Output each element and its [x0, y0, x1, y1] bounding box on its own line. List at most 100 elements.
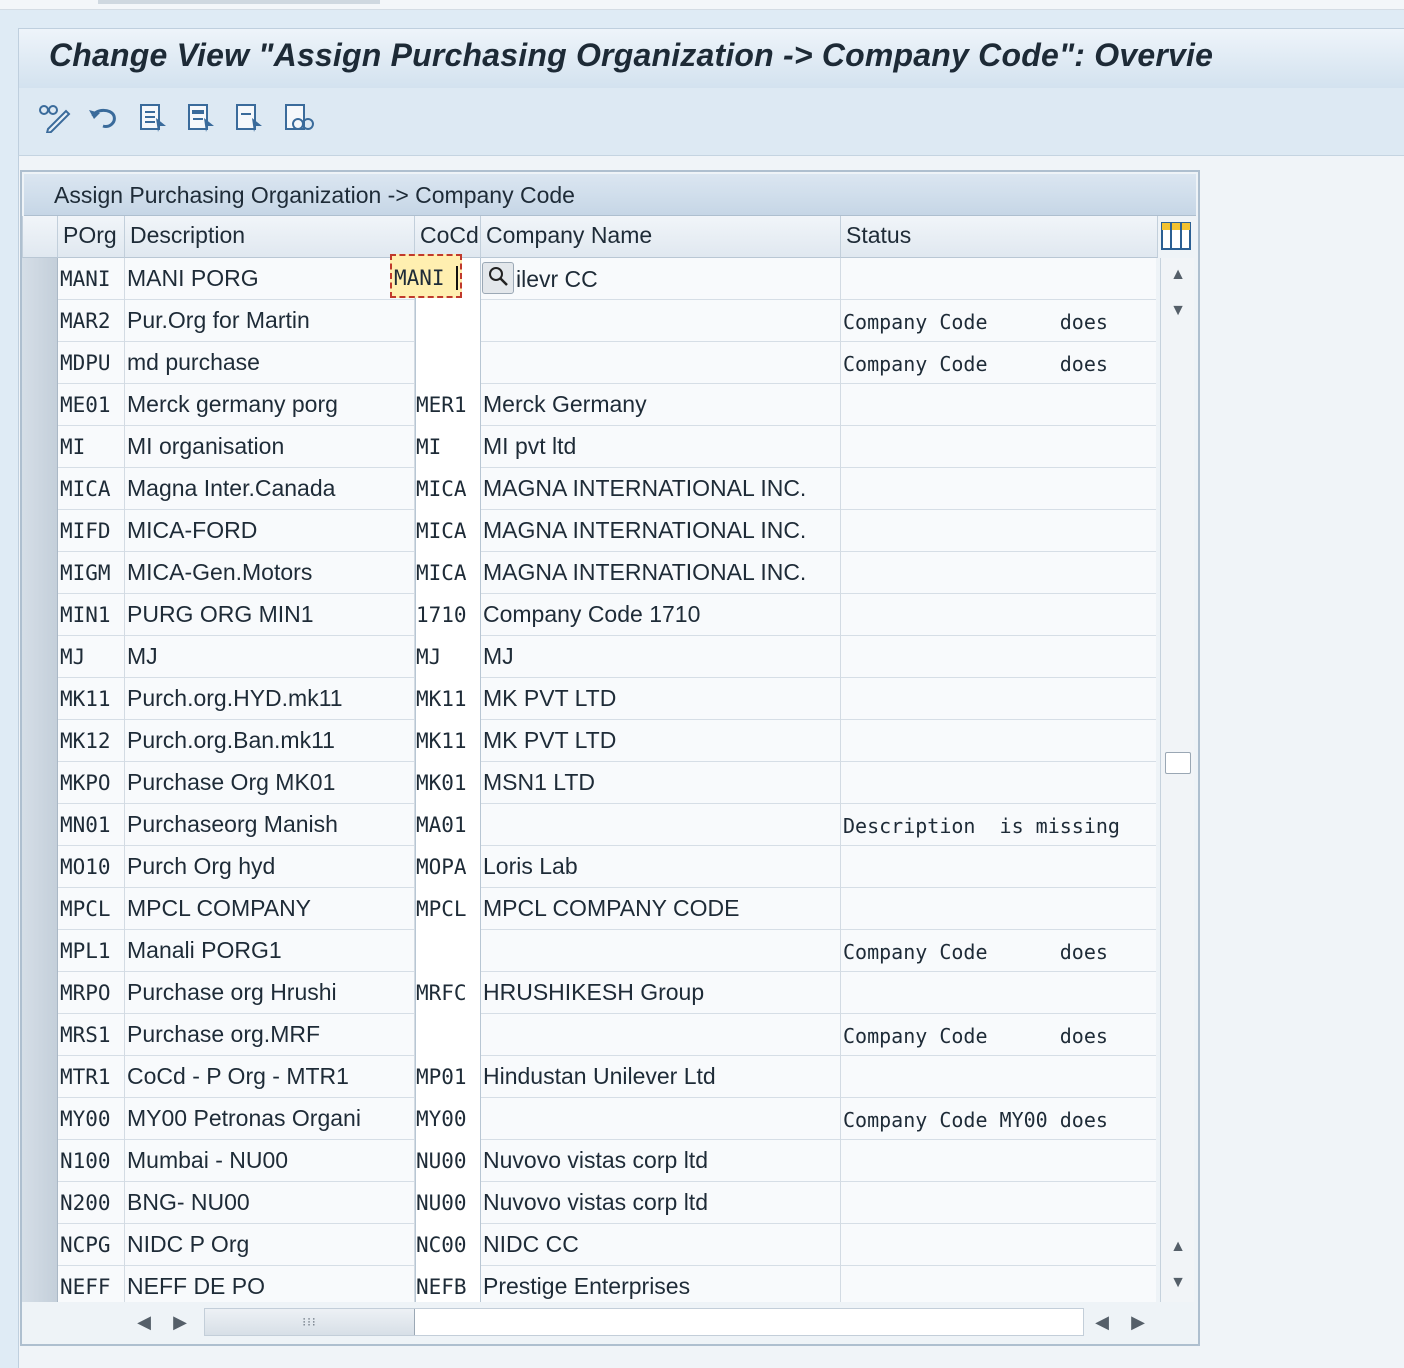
table-row: MK11 Purch.org.HYD.mk11 MK11 MK PVT LTD: [22, 678, 1156, 720]
row-selector[interactable]: [22, 384, 58, 426]
cell-description: Purchaseorg Manish: [125, 804, 415, 846]
deselect-all-button[interactable]: [231, 102, 267, 138]
cell-cocd-input[interactable]: [415, 342, 481, 384]
column-header-description[interactable]: Description: [125, 216, 415, 258]
cell-porg: MY00: [58, 1098, 125, 1140]
cell-cocd-input[interactable]: MY00: [415, 1098, 481, 1140]
print-preview-icon: [283, 102, 315, 139]
table-row: MJ MJ MJ MJ: [22, 636, 1156, 678]
cell-porg: MPL1: [58, 930, 125, 972]
cell-cocd-input[interactable]: NC00: [415, 1224, 481, 1266]
scroll-left-button[interactable]: ◀: [132, 1310, 156, 1334]
cell-cocd-input[interactable]: MI: [415, 426, 481, 468]
table-row: NCPG NIDC P Org NC00 NIDC CC: [22, 1224, 1156, 1266]
cell-cocd-input[interactable]: MJ: [415, 636, 481, 678]
column-settings-button[interactable]: [1160, 220, 1192, 252]
column-header-porg[interactable]: POrg: [58, 216, 125, 258]
cell-cocd-input[interactable]: MK01: [415, 762, 481, 804]
column-header-cocd[interactable]: CoCd: [415, 216, 481, 258]
cell-cocd-input[interactable]: MK11: [415, 678, 481, 720]
select-all-button[interactable]: [135, 102, 171, 138]
row-selector[interactable]: [22, 972, 58, 1014]
cell-cocd-input[interactable]: MER1: [415, 384, 481, 426]
cell-cocd-input[interactable]: MPCL: [415, 888, 481, 930]
column-header-company-name[interactable]: Company Name: [481, 216, 841, 258]
vertical-scrollbar[interactable]: ▲ ▼ ▲ ▼: [1160, 258, 1194, 1302]
row-selector[interactable]: [22, 300, 58, 342]
row-selector[interactable]: [22, 720, 58, 762]
chevron-down-icon: ▼: [1170, 1274, 1186, 1291]
cell-cocd-input[interactable]: NEFB: [415, 1266, 481, 1302]
row-selector[interactable]: [22, 846, 58, 888]
horizontal-scroll-thumb[interactable]: ⁝⁝⁝: [205, 1309, 415, 1335]
cell-cocd-input[interactable]: MK11: [415, 720, 481, 762]
search-help-button[interactable]: [482, 262, 514, 294]
horizontal-scroll-track[interactable]: ⁝⁝⁝: [204, 1308, 1084, 1336]
table-row: MY00 MY00 Petronas Organi MY00 Company Code…: [22, 1098, 1156, 1140]
scroll-down-button[interactable]: ▼: [1161, 1266, 1195, 1300]
scroll-up-button[interactable]: ▲: [1161, 258, 1195, 292]
chevron-right-icon: ▶: [1131, 1311, 1145, 1332]
scroll-page-up-button[interactable]: ▲: [1161, 1230, 1195, 1264]
cell-cocd-input[interactable]: MP01: [415, 1056, 481, 1098]
cell-cocd-input[interactable]: NU00: [415, 1182, 481, 1224]
table-title: Assign Purchasing Organization -> Compan…: [54, 182, 575, 208]
row-selector[interactable]: [22, 594, 58, 636]
horizontal-scrollbar[interactable]: ◀ ▶ ⁝⁝⁝ ◀ ▶: [22, 1302, 1194, 1342]
row-selector[interactable]: [22, 636, 58, 678]
cell-cocd-input[interactable]: MICA: [415, 552, 481, 594]
row-selector[interactable]: [22, 1056, 58, 1098]
cell-status: Company Code does: [843, 352, 1108, 376]
cell-cocd-input[interactable]: MOPA: [415, 846, 481, 888]
cell-description: MICA-FORD: [125, 510, 415, 552]
row-selector[interactable]: [22, 258, 58, 300]
select-block-button[interactable]: [183, 102, 219, 138]
application-toolbar: [18, 88, 1404, 156]
row-selector[interactable]: [22, 762, 58, 804]
row-selector[interactable]: [22, 1014, 58, 1056]
row-selector[interactable]: [22, 342, 58, 384]
cell-porg: MTR1: [58, 1056, 125, 1098]
row-selector[interactable]: [22, 468, 58, 510]
cell-cocd-input[interactable]: MICA: [415, 468, 481, 510]
row-selector[interactable]: [22, 1266, 58, 1302]
cell-status: [841, 1056, 1156, 1098]
scroll-right-button-right[interactable]: ▶: [1126, 1310, 1150, 1334]
cell-cocd-input[interactable]: [415, 1014, 481, 1056]
print-preview-button[interactable]: [281, 102, 317, 138]
row-selector[interactable]: [22, 888, 58, 930]
select-all-rows-header[interactable]: [22, 216, 58, 258]
scroll-left-button-right[interactable]: ◀: [1090, 1310, 1114, 1334]
cell-cocd-input[interactable]: NU00: [415, 1140, 481, 1182]
cell-porg: N100: [58, 1140, 125, 1182]
row-selector[interactable]: [22, 552, 58, 594]
row-selector[interactable]: [22, 930, 58, 972]
scroll-right-button[interactable]: ▶: [168, 1310, 192, 1334]
row-selector[interactable]: [22, 1182, 58, 1224]
cell-cocd-input[interactable]: MA01: [415, 804, 481, 846]
table-row: MPL1 Manali PORG1 Company Code does: [22, 930, 1156, 972]
display-change-button[interactable]: [37, 102, 73, 138]
cell-cocd-input[interactable]: MRFC: [415, 972, 481, 1014]
row-selector[interactable]: [22, 426, 58, 468]
cell-cocd-input[interactable]: MICA: [415, 510, 481, 552]
cell-description: Mumbai - NU00: [125, 1140, 415, 1182]
row-selector[interactable]: [22, 678, 58, 720]
cell-cocd-input[interactable]: [415, 300, 481, 342]
vertical-scroll-thumb[interactable]: [1165, 752, 1191, 774]
cell-description: Purchase org.MRF: [125, 1014, 415, 1056]
cell-cocd-input[interactable]: [415, 930, 481, 972]
cell-cocd-input[interactable]: 1710: [415, 594, 481, 636]
cell-status: [841, 468, 1156, 510]
undo-button[interactable]: [85, 102, 121, 138]
row-selector[interactable]: [22, 804, 58, 846]
row-selector[interactable]: [22, 1140, 58, 1182]
cell-company-name: MSN1 LTD: [481, 762, 841, 804]
scroll-page-down-button[interactable]: ▼: [1161, 294, 1195, 328]
cell-status: [841, 720, 1156, 762]
row-selector[interactable]: [22, 1098, 58, 1140]
row-selector[interactable]: [22, 510, 58, 552]
column-header-status[interactable]: Status: [841, 216, 1158, 258]
row-selector[interactable]: [22, 1224, 58, 1266]
window-tab: [98, 0, 380, 4]
